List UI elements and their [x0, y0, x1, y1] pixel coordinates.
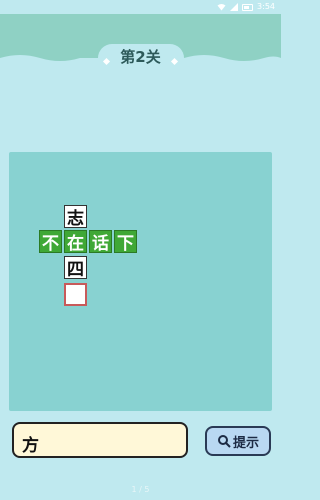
page-indicator: 1 / 5: [131, 485, 150, 494]
level-title: 第2关: [120, 48, 161, 66]
level-header: 第2关: [0, 14, 281, 74]
wifi-icon: [217, 4, 226, 11]
search-icon: [217, 435, 231, 448]
status-time: 3:54: [257, 2, 275, 11]
status-bar: 3:54: [0, 0, 281, 14]
answer-char[interactable]: 方: [22, 431, 39, 456]
status-icons: 3:54: [217, 2, 275, 12]
tile-empty-slot[interactable]: [64, 283, 87, 306]
answer-box[interactable]: 方: [12, 422, 188, 458]
tile-cell[interactable]: 四: [64, 256, 87, 280]
puzzle-board: 志 不 在 话 下 四: [9, 152, 272, 411]
battery-icon: [242, 3, 254, 11]
tile-cell[interactable]: 不: [39, 230, 62, 254]
tile-cell[interactable]: 在: [64, 230, 87, 254]
hint-button[interactable]: 提示: [205, 426, 271, 456]
tile-cell[interactable]: 话: [89, 230, 112, 254]
hint-label: 提示: [232, 435, 259, 451]
signal-icon: [230, 3, 239, 11]
tile-cell[interactable]: 志: [64, 205, 87, 229]
tile-cell[interactable]: 下: [114, 230, 137, 254]
